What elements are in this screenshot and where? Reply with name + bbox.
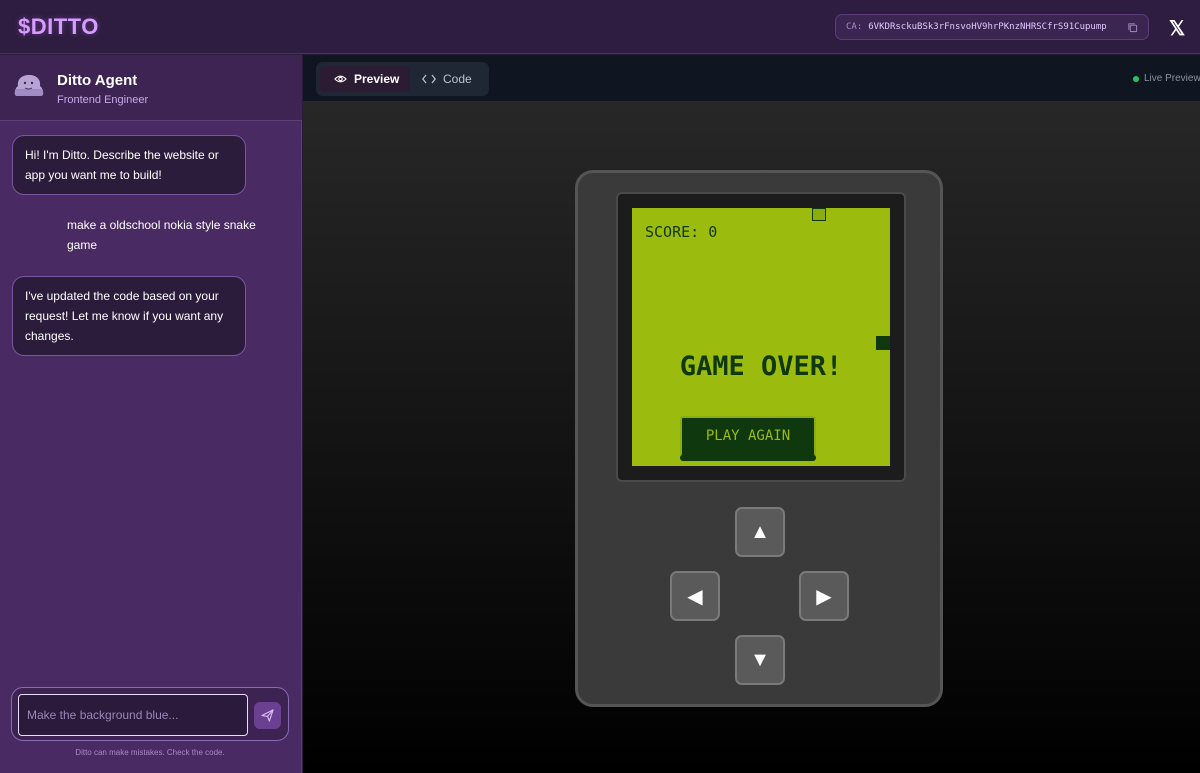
- live-preview-indicator: Live Preview: [1133, 73, 1200, 84]
- x-social-button[interactable]: 𝕏: [1158, 10, 1196, 46]
- tab-preview-label: Preview: [354, 72, 400, 86]
- agent-message: Hi! I'm Ditto. Describe the website or a…: [12, 135, 246, 195]
- tab-preview[interactable]: Preview: [320, 66, 410, 92]
- live-preview-label: Live Preview: [1144, 73, 1200, 84]
- screen-bezel: SCORE: 0 GAME OVER! PLAY AGAIN: [616, 192, 906, 482]
- eye-icon: [334, 75, 347, 83]
- arrow-left-icon: ◀: [687, 585, 703, 608]
- code-icon: [422, 74, 436, 84]
- copy-icon[interactable]: [1127, 22, 1138, 33]
- top-bar: $DITTO CA: 6VKDRsckuBSk3rFnsvoHV9hrPKnzN…: [0, 0, 1200, 54]
- live-status-dot: [1133, 75, 1139, 82]
- tab-code[interactable]: Code: [416, 66, 484, 92]
- ca-label: CA:: [846, 22, 863, 32]
- send-icon: [261, 709, 274, 722]
- agent-role: Frontend Engineer: [57, 94, 149, 106]
- dpad-down-button[interactable]: ▼: [735, 635, 785, 685]
- dpad-up-button[interactable]: ▲: [735, 507, 785, 557]
- dpad-right-button[interactable]: ▶: [799, 571, 849, 621]
- nokia-device: SCORE: 0 GAME OVER! PLAY AGAIN ▲ ◀ ▶ ▼: [575, 170, 943, 707]
- view-tab-bar: Preview Code Live Preview: [303, 55, 1200, 102]
- ca-value: 6VKDRsckuBSk3rFnsvoHV9hrPKnzNHRSCfrS91Cu…: [868, 22, 1107, 32]
- disclaimer: Ditto can make mistakes. Check the code.: [75, 748, 225, 757]
- arrow-up-icon: ▲: [750, 520, 770, 543]
- view-tabs: Preview Code: [316, 62, 489, 96]
- play-again-button[interactable]: PLAY AGAIN: [680, 416, 816, 458]
- preview-pane: Preview Code Live Preview SCORE: 0 GAME …: [303, 55, 1200, 773]
- game-over-text: GAME OVER!: [679, 351, 843, 382]
- brand-logo[interactable]: $DITTO: [18, 14, 99, 40]
- arrow-right-icon: ▶: [816, 585, 832, 608]
- message-input[interactable]: [18, 694, 248, 736]
- ditto-avatar-icon: [14, 75, 44, 96]
- agent-header: Ditto Agent Frontend Engineer: [0, 55, 302, 121]
- agent-name: Ditto Agent: [57, 72, 138, 89]
- user-message: make a oldschool nokia style snake game: [67, 218, 256, 252]
- message-composer: [11, 687, 289, 741]
- food-pellet: [812, 208, 826, 221]
- game-screen: SCORE: 0 GAME OVER! PLAY AGAIN: [632, 208, 890, 466]
- snake-segment: [876, 336, 890, 350]
- agent-message: I've updated the code based on your requ…: [12, 276, 246, 356]
- chat-sidebar: Ditto Agent Frontend Engineer Hi! I'm Di…: [0, 55, 302, 773]
- x-logo-icon: 𝕏: [1168, 17, 1186, 40]
- tab-code-label: Code: [443, 72, 472, 86]
- score-display: SCORE: 0: [645, 223, 718, 241]
- dpad-left-button[interactable]: ◀: [670, 571, 720, 621]
- send-button[interactable]: [254, 702, 281, 729]
- arrow-down-icon: ▼: [750, 648, 770, 671]
- contract-address-pill[interactable]: CA: 6VKDRsckuBSk3rFnsvoHV9hrPKnzNHRSCfrS…: [835, 14, 1149, 40]
